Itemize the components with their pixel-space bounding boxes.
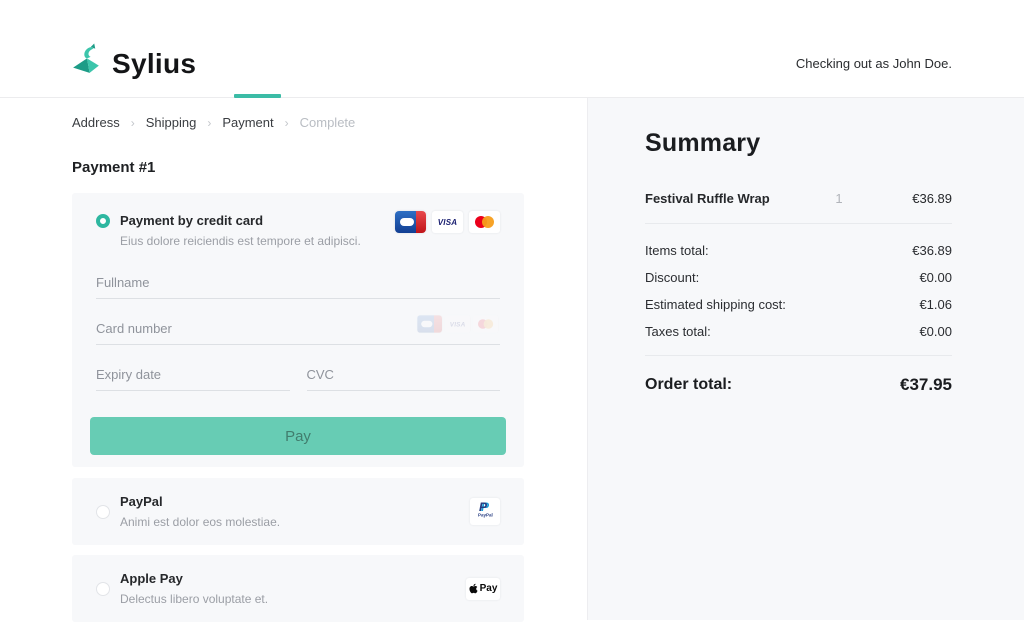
- main-content: Address › Shipping › Payment › Complete …: [0, 98, 1024, 620]
- breadcrumb-item-complete: Complete: [300, 115, 356, 130]
- expiry-date-input[interactable]: [96, 363, 290, 391]
- items-total-row: Items total: €36.89: [645, 244, 952, 257]
- breadcrumb-item-shipping[interactable]: Shipping: [146, 115, 197, 130]
- cvc-input[interactable]: [307, 363, 501, 391]
- method-description: Animi est dolor eos molestiae.: [120, 515, 280, 529]
- paypal-icon: P P PayPal: [470, 498, 500, 525]
- total-value: €1.06: [919, 298, 952, 311]
- credit-card-radio[interactable]: [96, 214, 110, 228]
- swan-icon: [70, 43, 103, 84]
- chevron-separator-icon: ›: [285, 116, 289, 130]
- taxes-total-row: Taxes total: €0.00: [645, 325, 952, 338]
- total-value: €36.89: [912, 244, 952, 257]
- payment-method-credit-card: Payment by credit card Eius dolore reici…: [72, 193, 524, 467]
- item-name: Festival Ruffle Wrap: [645, 191, 816, 206]
- total-label: Taxes total:: [645, 325, 711, 338]
- mastercard-icon: [473, 315, 498, 333]
- item-price: €36.89: [862, 191, 952, 206]
- total-label: Estimated shipping cost:: [645, 298, 786, 311]
- payment-method-paypal: PayPal Animi est dolor eos molestiae. P …: [72, 478, 524, 545]
- divider: [645, 355, 952, 356]
- visa-icon: VISA: [432, 211, 463, 233]
- method-description: Delectus libero voluptate et.: [120, 592, 268, 606]
- checkout-column: Address › Shipping › Payment › Complete …: [0, 98, 587, 620]
- paypal-radio[interactable]: [96, 505, 110, 519]
- total-label: Items total:: [645, 244, 709, 257]
- chevron-separator-icon: ›: [207, 116, 211, 130]
- method-description: Eius dolore reiciendis est tempore et ad…: [120, 234, 361, 248]
- order-total-row: Order total: €37.95: [645, 375, 952, 395]
- fullname-input[interactable]: [96, 271, 500, 299]
- breadcrumb-item-address[interactable]: Address: [72, 115, 120, 130]
- item-quantity: 1: [816, 191, 862, 206]
- order-total-label: Order total:: [645, 376, 732, 394]
- accepted-cards: VISA: [395, 211, 500, 233]
- summary-title: Summary: [645, 129, 952, 158]
- shipping-cost-row: Estimated shipping cost: €1.06: [645, 298, 952, 311]
- pay-button[interactable]: Pay: [90, 417, 506, 455]
- breadcrumb-item-payment[interactable]: Payment: [222, 115, 273, 130]
- apple-pay-radio[interactable]: [96, 582, 110, 596]
- divider: [645, 223, 952, 224]
- credit-card-form: VISA Pay: [96, 271, 500, 455]
- mastercard-icon: [469, 211, 500, 233]
- total-value: €0.00: [919, 271, 952, 284]
- total-value: €0.00: [919, 325, 952, 338]
- order-item-row: Festival Ruffle Wrap 1 €36.89: [645, 191, 952, 206]
- card-number-hint-icons: VISA: [417, 315, 498, 333]
- total-label: Discount:: [645, 271, 699, 284]
- visa-icon: VISA: [445, 315, 470, 333]
- method-name[interactable]: PayPal: [120, 494, 280, 509]
- cb-card-icon: [417, 315, 442, 333]
- totals-list: Items total: €36.89 Discount: €0.00 Esti…: [645, 244, 952, 338]
- order-total-value: €37.95: [900, 375, 952, 395]
- method-name[interactable]: Apple Pay: [120, 571, 268, 586]
- apple-pay-icon: Pay: [466, 578, 500, 600]
- payment-method-apple-pay: Apple Pay Delectus libero voluptate et. …: [72, 555, 524, 622]
- order-summary: Summary Festival Ruffle Wrap 1 €36.89 It…: [587, 98, 1024, 620]
- header: Sylius Checking out as John Doe.: [0, 0, 1024, 98]
- brand-name: Sylius: [112, 48, 196, 80]
- apple-icon: [469, 583, 478, 594]
- chevron-separator-icon: ›: [131, 116, 135, 130]
- page-title: Payment #1: [72, 159, 587, 176]
- cb-card-icon: [395, 211, 426, 233]
- discount-row: Discount: €0.00: [645, 271, 952, 284]
- brand-logo[interactable]: Sylius: [70, 43, 196, 84]
- method-name[interactable]: Payment by credit card: [120, 213, 361, 228]
- breadcrumb: Address › Shipping › Payment › Complete: [72, 115, 587, 130]
- checkout-user-note: Checking out as John Doe.: [796, 56, 952, 71]
